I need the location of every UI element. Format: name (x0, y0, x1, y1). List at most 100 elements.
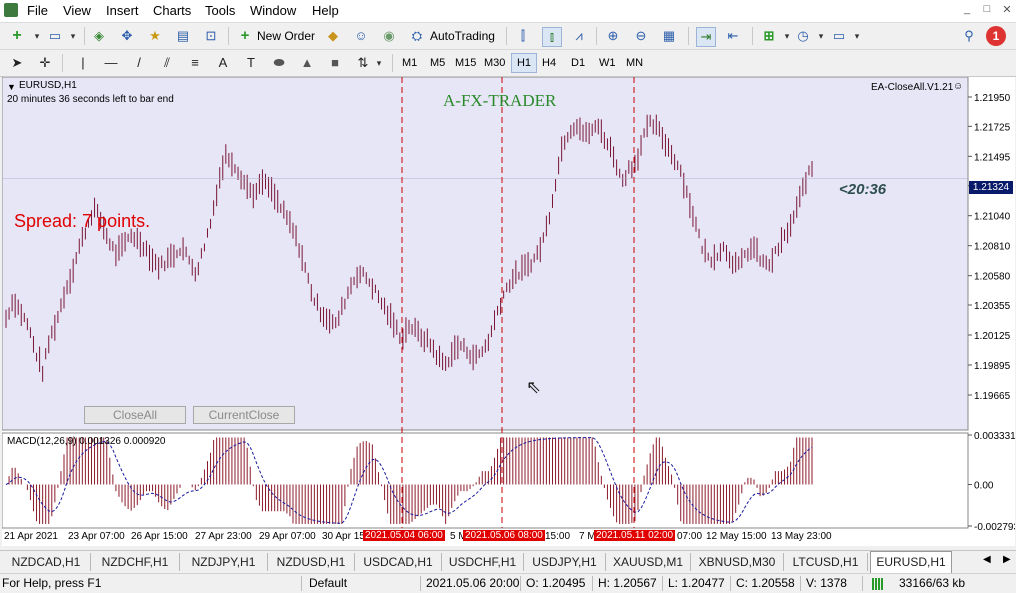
autotrading-button[interactable]: AutoTrading (430, 26, 495, 46)
timeframe-m1[interactable]: M1 (400, 54, 419, 72)
current-close-button[interactable]: CurrentClose (193, 406, 295, 424)
new-order-button[interactable]: New Order (257, 26, 315, 46)
time-label: 23 Apr 07:00 (68, 531, 125, 542)
text-label-icon[interactable]: T (242, 54, 260, 72)
chart-symbol-label: EURUSD,H1 (19, 80, 77, 91)
chart-menu-icon[interactable]: ▼ (7, 82, 16, 92)
cursor-icon[interactable]: ➤ (8, 54, 26, 72)
chart-tab[interactable]: NZDCHF,H1 (91, 553, 180, 571)
profiles-icon[interactable]: ▭ (46, 27, 64, 45)
new-order-icon[interactable]: + (236, 27, 254, 45)
crosshair-icon[interactable]: ✛ (36, 54, 54, 72)
price-tick-label: 1.21725 (974, 122, 1011, 133)
rectangle-icon[interactable]: ■ (326, 54, 344, 72)
menu-view[interactable]: View (63, 3, 91, 18)
vline-time-label: 2021.05.06 08:00 (463, 530, 545, 541)
timer-label: <20:36 (839, 181, 887, 198)
autotrading-icon[interactable]: ⛭ (408, 27, 426, 45)
dropdown-icon[interactable]: ▾ (64, 27, 82, 45)
price-tick-label: 1.20580 (974, 272, 1011, 283)
menu-help[interactable]: Help (312, 3, 339, 18)
zoom-out-icon[interactable]: ⊖ (632, 27, 650, 45)
dropdown-icon[interactable]: ▾ (28, 27, 46, 45)
community-icon[interactable]: ☺ (352, 27, 370, 45)
minimize-icon[interactable]: _ (960, 3, 974, 17)
chart-tab[interactable]: NZDJPY,H1 (180, 553, 268, 571)
indicators-icon[interactable]: ⊞ (760, 27, 778, 45)
line-chart-icon[interactable]: ⩘ (570, 27, 588, 45)
timeframe-m15[interactable]: M15 (453, 54, 478, 72)
timeframe-d1[interactable]: D1 (569, 54, 587, 72)
templates-icon[interactable]: ▭ (830, 27, 848, 45)
text-icon[interactable]: A (214, 54, 232, 72)
notification-badge[interactable]: 1 (986, 26, 1006, 46)
chart-tab[interactable]: XAUUSD,M1 (606, 553, 691, 571)
dropdown-icon[interactable]: ▾ (370, 54, 388, 72)
triangle-icon[interactable]: ▲ (298, 54, 316, 72)
terminal-icon[interactable]: ▤ (174, 27, 192, 45)
chart-tab[interactable]: USDJPY,H1 (524, 553, 606, 571)
tab-scroll-right-icon[interactable]: ▶ (1003, 554, 1011, 565)
data-window-icon[interactable]: ★ (146, 27, 164, 45)
bar-open: O: 1.20495 (526, 576, 586, 590)
trendline-icon[interactable]: / (130, 54, 148, 72)
chart-shift-icon[interactable]: ⇤ (724, 27, 742, 45)
timeframe-h4[interactable]: H4 (540, 54, 558, 72)
price-chart[interactable]: 1.219501.217251.214951.212701.210401.208… (2, 77, 1015, 546)
close-all-button[interactable]: CloseAll (84, 406, 186, 424)
tile-windows-icon[interactable]: ▦ (660, 27, 678, 45)
price-tick-label: 1.21495 (974, 152, 1011, 163)
channel-icon[interactable]: ⫽ (158, 54, 176, 72)
time-label: 26 Apr 15:00 (131, 531, 188, 542)
menu-insert[interactable]: Insert (106, 3, 139, 18)
chart-tab[interactable]: USDCAD,H1 (355, 553, 442, 571)
restore-icon[interactable]: □ (980, 3, 994, 17)
chart-tab[interactable]: XBNUSD,M30 (691, 553, 784, 571)
chart-window[interactable]: 1.219501.217251.214951.212701.210401.208… (2, 77, 1015, 546)
zoom-in-icon[interactable]: ⊕ (604, 27, 622, 45)
metaeditor-icon[interactable]: ◆ (324, 27, 342, 45)
strategy-tester-icon[interactable]: ⊡ (202, 27, 220, 45)
candlestick-icon[interactable]: ⫾ (542, 27, 562, 47)
menu-window[interactable]: Window (250, 3, 296, 18)
fibonacci-icon[interactable]: ≡ (186, 54, 204, 72)
bar-countdown: 20 minutes 36 seconds left to bar end (7, 94, 174, 105)
search-icon[interactable]: ⚲ (960, 27, 978, 45)
timeframe-w1[interactable]: W1 (597, 54, 618, 72)
signals-icon[interactable]: ◉ (380, 27, 398, 45)
tab-scroll-left-icon[interactable]: ◀ (983, 554, 991, 565)
app-icon[interactable] (4, 3, 18, 17)
close-icon[interactable]: ✕ (1000, 3, 1014, 17)
bar-chart-icon[interactable]: ⫿ (514, 27, 532, 45)
standard-toolbar: + ▾ ▭ ▾ ◈ ✥ ★ ▤ ⊡ + New Order ◆ ☺ ◉ ⛭ Au… (0, 23, 1016, 50)
market-watch-icon[interactable]: ◈ (90, 27, 108, 45)
horizontal-line-icon[interactable]: — (102, 54, 120, 72)
vertical-line-icon[interactable]: | (74, 54, 92, 72)
menu-file[interactable]: File (27, 3, 48, 18)
timeframe-h1[interactable]: H1 (511, 53, 537, 73)
price-tick-label: 1.21040 (974, 212, 1011, 223)
menu-tools[interactable]: Tools (205, 3, 235, 18)
ellipse-icon[interactable]: ⬬ (270, 54, 288, 72)
chart-tab[interactable]: USDCHF,H1 (442, 553, 524, 571)
menu-charts[interactable]: Charts (153, 3, 191, 18)
watermark: A-FX-TRADER (443, 91, 557, 110)
chart-tabs: NZDCAD,H1 NZDCHF,H1 NZDJPY,H1 NZDUSD,H1 … (0, 550, 1016, 573)
timeframe-m5[interactable]: M5 (428, 54, 447, 72)
timeframe-m30[interactable]: M30 (482, 54, 507, 72)
dropdown-icon[interactable]: ▾ (848, 27, 866, 45)
autoscroll-icon[interactable]: ⇥ (696, 27, 716, 47)
dropdown-icon[interactable]: ▾ (812, 27, 830, 45)
chart-tab-active[interactable]: EURUSD,H1 (870, 551, 952, 573)
new-chart-icon[interactable]: + (8, 27, 26, 45)
time-label: 27 Apr 23:00 (195, 531, 252, 542)
navigator-icon[interactable]: ✥ (118, 27, 136, 45)
chart-tab[interactable]: NZDUSD,H1 (268, 553, 355, 571)
macd-tick-label: 0.003331 (974, 431, 1015, 442)
chart-tab[interactable]: NZDCAD,H1 (2, 553, 91, 571)
price-tick-label: 1.20810 (974, 242, 1011, 253)
periods-icon[interactable]: ◷ (794, 27, 812, 45)
chart-tab[interactable]: LTCUSD,H1 (784, 553, 868, 571)
timeframe-mn[interactable]: MN (624, 54, 645, 72)
bar-high: H: 1.20567 (598, 576, 657, 590)
